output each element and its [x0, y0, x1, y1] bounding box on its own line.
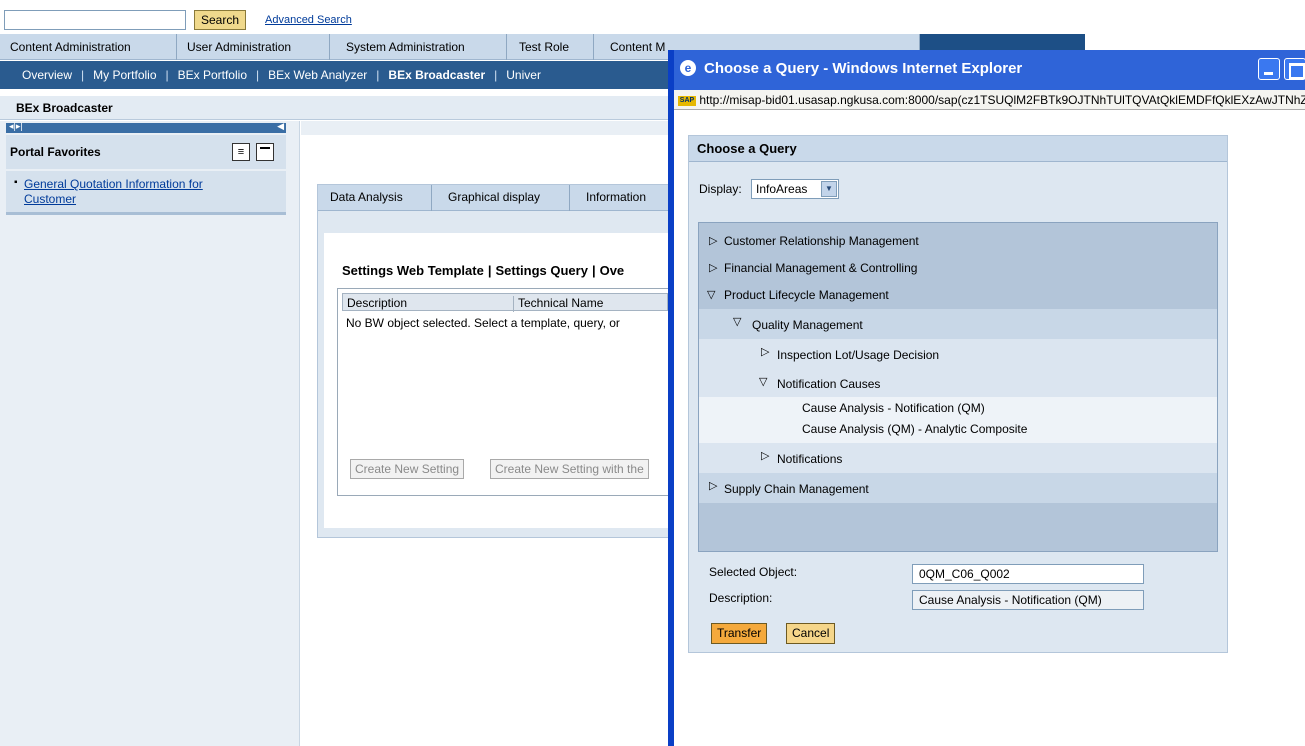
settings-query-link[interactable]: Settings Query [495, 263, 587, 278]
nav2-bex-web-analyzer[interactable]: BEx Web Analyzer [268, 68, 367, 82]
search-input[interactable] [4, 10, 186, 30]
selected-object-field[interactable]: 0QM_C06_Q002 [912, 564, 1144, 584]
infoarea-tree: ▷ Customer Relationship Management ▷ Fin… [698, 222, 1218, 552]
advanced-search-link[interactable]: Advanced Search [265, 14, 352, 26]
favorite-link[interactable]: General Quotation Information for Custom… [24, 177, 244, 207]
nav-test-role[interactable]: Test Role [507, 34, 594, 60]
maximize-window-icon[interactable] [1284, 58, 1305, 80]
collapse-arrows-icon[interactable]: ◂|▸| [9, 121, 23, 132]
tree-node-label[interactable]: Quality Management [752, 312, 863, 338]
tab-graphical-display[interactable]: Graphical display [432, 185, 570, 211]
window-title: Choose a Query - Windows Internet Explor… [704, 60, 1023, 77]
ie-logo-icon: e [680, 60, 696, 76]
address-bar[interactable]: SAP http://misap-bid01.usasap.ngkusa.com… [674, 90, 1305, 110]
settings-overview-link[interactable]: Ove [600, 263, 625, 278]
tree-node-notification-causes[interactable]: ▽ Notification Causes [699, 369, 1217, 397]
nav2-universal[interactable]: Univer [506, 68, 541, 82]
description-field: Cause Analysis - Notification (QM) [912, 590, 1144, 610]
popup-body: Choose a Query Display: InfoAreas ▼ ▷ Cu… [674, 111, 1305, 746]
tree-node-label[interactable]: Customer Relationship Management [724, 228, 919, 254]
query-label[interactable]: Cause Analysis (QM) - Analytic Composite [802, 419, 1027, 439]
display-dropdown-value: InfoAreas [756, 182, 808, 196]
nav2-overview[interactable]: Overview [22, 68, 72, 82]
search-button[interactable]: Search [194, 10, 247, 30]
expand-arrow-icon[interactable]: ▷ [709, 228, 717, 254]
settings-table: Description Technical Name No BW object … [337, 288, 672, 496]
expand-arrow-icon[interactable]: ▷ [709, 473, 717, 499]
tree-node-scm[interactable]: ▷ Supply Chain Management [699, 473, 1217, 503]
query-label[interactable]: Cause Analysis - Notification (QM) [802, 397, 985, 419]
nav2-bex-portfolio[interactable]: BEx Portfolio [178, 68, 247, 82]
tab-information[interactable]: Information [570, 185, 683, 211]
col-technical-name[interactable]: Technical Name [513, 296, 603, 312]
table-header: Description Technical Name [342, 293, 668, 312]
nav2-my-portfolio[interactable]: My Portfolio [93, 68, 156, 82]
tree-node-label[interactable]: Notification Causes [777, 371, 880, 397]
favorites-list: ▪ General Quotation Information for Cust… [6, 171, 286, 215]
favorites-header: Portal Favorites ≡ [6, 135, 286, 169]
choose-query-panel: Choose a Query Display: InfoAreas ▼ ▷ Cu… [688, 135, 1228, 653]
collapse-left-icon[interactable]: ◀ [277, 121, 284, 132]
tab-data-analysis[interactable]: Data Analysis [318, 185, 432, 211]
settings-area: Settings Web Template | Settings Query | Ove… [324, 233, 676, 528]
tree-node-label[interactable]: Financial Management & Controlling [724, 255, 917, 281]
collapse-arrow-icon[interactable]: ▽ [759, 369, 767, 395]
panel-title: Choose a Query [689, 136, 1227, 162]
expand-arrow-icon[interactable]: ▷ [761, 443, 769, 469]
tree-node-inspection[interactable]: ▷ Inspection Lot/Usage Decision [699, 339, 1217, 369]
main-top-strip [301, 121, 681, 135]
nav-user-administration[interactable]: User Administration [177, 34, 330, 60]
tree-node-label[interactable]: Inspection Lot/Usage Decision [777, 342, 939, 368]
nav-content-administration[interactable]: Content Administration [0, 34, 177, 60]
expand-arrow-icon[interactable]: ▷ [761, 339, 769, 365]
collapse-arrow-icon[interactable]: ▽ [707, 282, 715, 308]
transfer-button[interactable]: Transfer [711, 623, 768, 644]
favorites-title: Portal Favorites [10, 145, 101, 159]
expand-arrow-icon[interactable]: ▷ [709, 255, 717, 281]
collapse-arrow-icon[interactable]: ▽ [733, 309, 741, 335]
tree-node-quality[interactable]: ▽ Quality Management [699, 309, 1217, 339]
main-content: Data Analysis Graphical display Informat… [301, 121, 683, 746]
choose-query-window: e Choose a Query - Windows Internet Expl… [668, 50, 1305, 746]
tree-node-crm[interactable]: ▷ Customer Relationship Management [699, 228, 1217, 254]
top-search-bar: Search Advanced Search [0, 0, 1305, 34]
page-title: BEx Broadcaster [16, 101, 113, 115]
col-description[interactable]: Description [347, 296, 407, 310]
bullet-icon: ▪ [14, 177, 18, 188]
left-pane: ◂|▸| ◀ Portal Favorites ≡ ▪ General Quot… [0, 121, 300, 746]
create-new-setting-with-button[interactable]: Create New Setting with the [490, 459, 649, 479]
sap-logo-icon: SAP [678, 95, 696, 106]
tree-node-notifications[interactable]: ▷ Notifications [699, 443, 1217, 473]
display-dropdown[interactable]: InfoAreas ▼ [751, 179, 839, 199]
selected-object-label: Selected Object: [709, 565, 798, 579]
minimize-window-icon[interactable] [1258, 58, 1280, 80]
description-label: Description: [709, 591, 773, 605]
minimize-panel-icon[interactable] [256, 143, 274, 161]
table-row: No BW object selected. Select a template… [346, 316, 620, 330]
tree-node-plm[interactable]: ▽ Product Lifecycle Management [699, 282, 1217, 308]
chevron-down-icon[interactable]: ▼ [821, 181, 837, 197]
tree-node-financial[interactable]: ▷ Financial Management & Controlling [699, 255, 1217, 281]
settings-title: Settings Web Template | Settings Query | Ove [342, 263, 625, 278]
settings-web-template-link[interactable]: Settings Web Template [342, 263, 484, 278]
nav-system-administration[interactable]: System Administration [330, 34, 507, 60]
cancel-button[interactable]: Cancel [786, 623, 836, 644]
tree-node-label[interactable]: Product Lifecycle Management [724, 282, 889, 308]
pane-splitter[interactable]: ◂|▸| ◀ [6, 121, 286, 133]
tree-node-label[interactable]: Notifications [777, 446, 842, 472]
create-new-setting-button[interactable]: Create New Setting [350, 459, 465, 479]
tree-node-label[interactable]: Supply Chain Management [724, 476, 869, 502]
broadcaster-panel: Data Analysis Graphical display Informat… [317, 184, 683, 538]
window-title-bar[interactable]: e Choose a Query - Windows Internet Expl… [674, 50, 1305, 90]
query-item[interactable]: Cause Analysis (QM) - Analytic Composite [699, 419, 1217, 443]
query-item[interactable]: Cause Analysis - Notification (QM) [699, 397, 1217, 419]
list-view-icon[interactable]: ≡ [232, 143, 250, 161]
tab-strip: Data Analysis Graphical display Informat… [318, 185, 683, 211]
address-url: http://misap-bid01.usasap.ngkusa.com:800… [699, 93, 1305, 107]
nav2-bex-broadcaster[interactable]: BEx Broadcaster [388, 68, 485, 82]
display-label: Display: [699, 182, 742, 196]
